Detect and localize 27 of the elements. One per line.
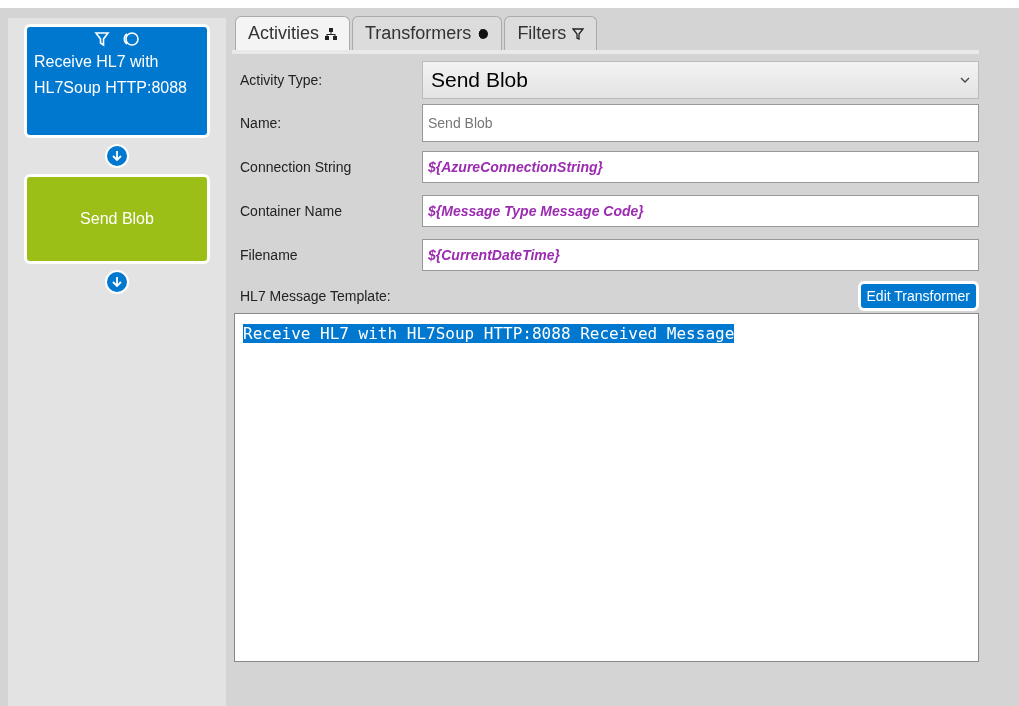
template-editor[interactable]: Receive HL7 with HL7Soup HTTP:8088 Received Message [234, 313, 979, 662]
template-text: Receive HL7 with HL7Soup HTTP:8088 Received Message [243, 324, 735, 343]
activity-type-dropdown[interactable]: Send Blob [422, 61, 979, 99]
tab[interactable]: Filters [504, 16, 598, 50]
arrow-down-icon[interactable] [105, 144, 129, 168]
hierarchy-icon [325, 27, 337, 40]
node-label: Send Blob [80, 209, 154, 229]
input-field[interactable]: ${CurrentDateTime} [422, 239, 979, 271]
ring-icon [122, 31, 140, 47]
field-label: Name: [240, 113, 283, 133]
field-label: Filename [240, 245, 299, 265]
input-field[interactable]: ${AzureConnectionString} [422, 151, 979, 183]
field-label: Container Name [240, 201, 343, 221]
workflow-node[interactable]: Receive HL7 with HL7Soup HTTP:8088 [24, 24, 210, 138]
tab[interactable]: Activities [235, 16, 350, 50]
filter-icon [572, 27, 585, 40]
field-label: Activity Type: [240, 70, 324, 90]
edit-transformer-button[interactable]: Edit Transformer [860, 284, 976, 308]
name-field[interactable]: Send Blob [422, 104, 979, 142]
field-label: Connection String [240, 157, 353, 177]
arrow-down-icon[interactable] [105, 270, 129, 294]
template-label: HL7 Message Template: [240, 286, 391, 306]
input-field[interactable]: ${Message Type Message Code} [422, 195, 979, 227]
filter-icon [94, 31, 110, 47]
tab[interactable]: Transformers [352, 16, 503, 50]
node-label: Receive HL7 with HL7Soup HTTP:8088 [34, 52, 188, 98]
chevron-down-icon [960, 77, 970, 83]
